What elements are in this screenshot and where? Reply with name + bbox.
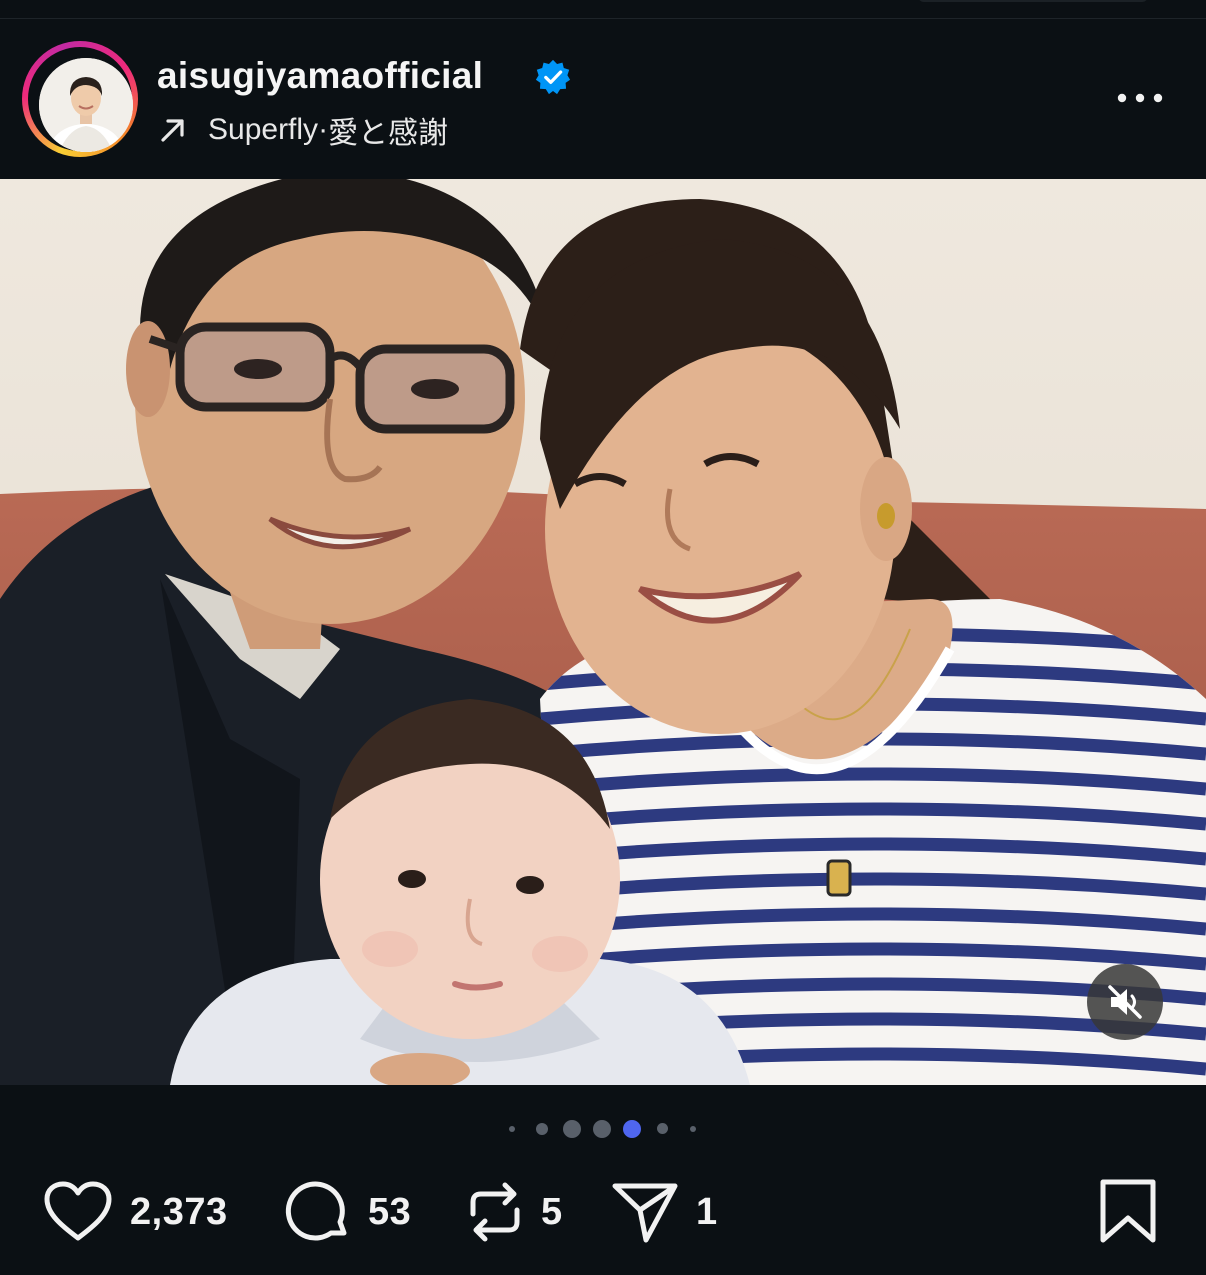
audio-title: 愛と感謝 [328,117,449,150]
audio-artist: Superfly [208,113,319,146]
comment-count: 53 [368,1190,412,1233]
carousel-dot [509,1126,515,1132]
top-divider [0,0,1206,19]
share-count: 1 [696,1190,718,1233]
carousel-dot [593,1120,611,1138]
comment-bubble-icon [285,1181,347,1241]
share-action[interactable]: 1 [610,1172,718,1252]
bookmark-icon [1100,1179,1156,1243]
audio-attribution[interactable]: Superfly · 愛と感謝 [158,110,448,150]
carousel-dot [536,1123,548,1135]
repost-action[interactable]: 5 [465,1172,563,1252]
post-photo[interactable] [0,179,1206,1085]
like-action[interactable]: 2,373 [42,1172,228,1252]
carousel-dot [690,1126,696,1132]
top-scroll-pill [918,0,1148,2]
volume-muted-icon [1108,985,1142,1019]
avatar-image [39,58,133,152]
mute-toggle-button[interactable] [1087,964,1163,1040]
carousel-indicator [0,1116,1206,1142]
username[interactable]: aisugiyamaofficial [157,55,483,97]
audio-separator: · [318,113,329,146]
carousel-dot-active [623,1120,641,1138]
profile-avatar[interactable] [22,41,138,157]
arrow-up-right-icon [161,119,184,142]
more-horizontal-icon [1117,93,1163,103]
heart-icon [44,1181,112,1241]
verified-badge-icon [535,59,571,95]
send-icon [612,1183,678,1243]
carousel-dot [657,1123,668,1134]
save-bookmark-button[interactable] [1098,1178,1158,1244]
like-count: 2,373 [130,1190,228,1233]
comment-action[interactable]: 53 [284,1172,411,1252]
repost-count: 5 [541,1190,563,1233]
more-options-button[interactable] [1110,84,1170,112]
carousel-dot [563,1120,581,1138]
repost-icon [470,1182,520,1242]
